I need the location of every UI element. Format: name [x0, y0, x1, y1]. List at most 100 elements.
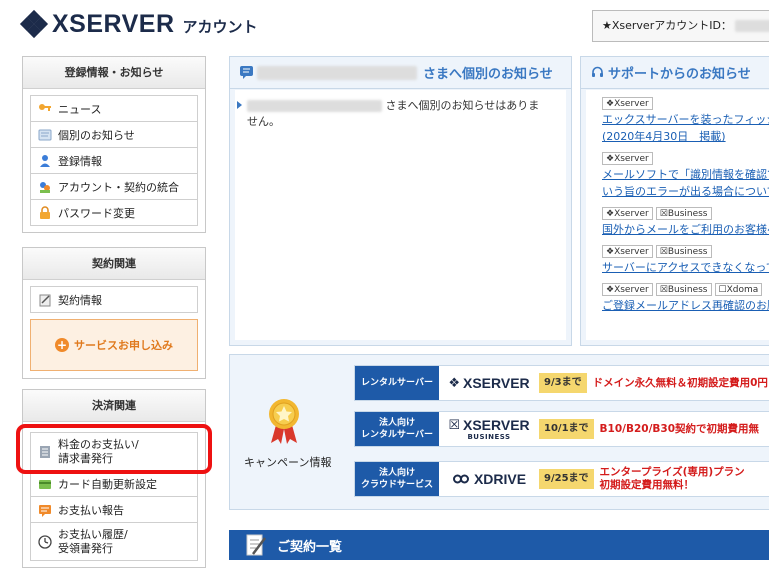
- sidebar-payment-title: 決済関連: [23, 390, 205, 422]
- service-apply-label: サービスお申し込み: [74, 339, 173, 352]
- campaign-category: 法人向け レンタルサーバー: [355, 412, 439, 446]
- campaign-row-xdrive[interactable]: 法人向け クラウドサービス XDRIVE 9/25まで エンタープライズ(専用)プ…: [354, 461, 769, 497]
- xdrive-mark-icon: [452, 474, 469, 484]
- sidebar-registration-section: 登録情報・お知らせ ニュース 個別のお知らせ 登録情報 アカウント・契約の統合 …: [22, 56, 206, 233]
- support-entry: ❖Xserver ☒Business ☐Xdoma ご登録メールアドレス再確認の…: [586, 275, 769, 313]
- merge-icon: [40, 181, 50, 193]
- personal-notice-message: さまへ個別のお知らせはありま せん。: [235, 90, 566, 130]
- campaign-row-xserver-business[interactable]: 法人向け レンタルサーバー ☒ XSERVER BUSINESS 10/1まで B…: [354, 411, 769, 447]
- sidebar-registration-menu: ニュース 個別のお知らせ 登録情報 アカウント・契約の統合 パスワード変更: [30, 95, 198, 226]
- sidebar-item-payment-report[interactable]: お支払い報告: [31, 497, 197, 523]
- support-entry: ❖Xserver メールソフトで「識別情報を確認で いう旨のエラーが出る場合につ…: [586, 144, 769, 199]
- tag-xserver: ❖Xserver: [602, 152, 653, 165]
- sidebar-item-account-merge[interactable]: アカウント・契約の統合: [31, 174, 197, 200]
- username-redacted: [257, 65, 417, 80]
- sidebar-item-payment-history[interactable]: お支払い履歴/ 受領書発行: [31, 523, 197, 561]
- xdrive-logo: XDRIVE: [439, 471, 539, 487]
- support-notices-title: サポートからのお知らせ: [608, 67, 751, 82]
- personal-notices-title: さまへ個別のお知らせ: [423, 67, 553, 82]
- support-notices-body: ❖Xserver エックスサーバーを装ったフィッシ (2020年4月30日 掲載…: [586, 90, 769, 340]
- campaign-label: キャンペーン情報: [244, 456, 332, 469]
- campaign-date: 9/25まで: [539, 469, 594, 489]
- sidebar-item-payment-history-line2: 受領書発行: [58, 541, 113, 555]
- sidebar-item-registration-info[interactable]: 登録情報: [31, 148, 197, 174]
- medal-icon: [269, 399, 299, 444]
- personal-notice-text-line2: せん。: [247, 115, 280, 128]
- support-notices-panel: サポートからのお知らせ ❖Xserver エックスサーバーを装ったフィッシ (2…: [580, 56, 769, 346]
- campaign-text: ドメイン永久無料＆初期設定費用0円: [592, 376, 768, 389]
- contract-document-icon: [246, 534, 266, 556]
- tag-business: ☒Business: [655, 207, 712, 220]
- bullet-arrow-icon: [237, 101, 242, 109]
- username-redacted: [247, 100, 382, 112]
- sidebar-item-account-merge-label: アカウント・契約の統合: [58, 180, 179, 194]
- sidebar-item-card-auto-renew-label: カード自動更新設定: [58, 477, 157, 491]
- sidebar-item-news-label: ニュース: [58, 102, 102, 116]
- document-icon: [39, 294, 51, 306]
- service-apply-button[interactable]: + サービスお申し込み: [30, 319, 198, 371]
- tag-xdomain: ☐Xdoma: [714, 283, 763, 296]
- sidebar-item-contract-info[interactable]: 契約情報: [31, 287, 197, 313]
- sidebar-contract-title: 契約関連: [23, 248, 205, 280]
- sidebar-item-registration-info-label: 登録情報: [58, 154, 102, 168]
- xserver-logo-small: ❖ XSERVER: [448, 375, 530, 391]
- support-entry: ❖Xserver エックスサーバーを装ったフィッシ (2020年4月30日 掲載…: [586, 90, 769, 144]
- sidebar-item-news[interactable]: ニュース: [31, 96, 197, 122]
- sidebar-contract-section: 契約関連 契約情報 + サービスお申し込み: [22, 247, 206, 379]
- support-link-line2[interactable]: (2020年4月30日 掲載): [602, 129, 769, 144]
- speech-bubble-icon: [240, 66, 253, 79]
- tag-xserver: ❖Xserver: [602, 97, 653, 110]
- campaign-panel: キャンペーン情報 レンタルサーバー ❖ XSERVER 9/3まで ドメイン永久…: [229, 354, 769, 510]
- sidebar-item-personal-notices[interactable]: 個別のお知らせ: [31, 122, 197, 148]
- xserver-logo[interactable]: XSERVER アカウント: [19, 9, 258, 39]
- sidebar-item-contract-info-label: 契約情報: [58, 293, 102, 307]
- support-link[interactable]: ご登録メールアドレス再確認のお願: [602, 298, 769, 313]
- logo-subtitle: アカウント: [182, 17, 258, 36]
- support-link[interactable]: 国外からメールをご利用のお客様へ: [602, 222, 769, 237]
- campaign-date: 9/3まで: [539, 373, 587, 393]
- user-icon: [40, 154, 50, 167]
- plus-circle-icon: +: [55, 338, 69, 352]
- sidebar-item-payment-report-label: お支払い報告: [58, 503, 124, 517]
- report-icon: [39, 504, 51, 517]
- sidebar-payment-section: 決済関連 料金のお支払い/ 請求書発行 カード自動更新設定 お支払い報告 お支払…: [22, 389, 206, 568]
- sidebar-item-card-auto-renew[interactable]: カード自動更新設定: [31, 471, 197, 497]
- tag-business: ☒Business: [655, 283, 712, 296]
- support-link-line2[interactable]: いう旨のエラーが出る場合について: [602, 184, 769, 199]
- lock-icon: [40, 205, 50, 219]
- sidebar-item-payment-history-line1: お支払い履歴/: [58, 527, 128, 541]
- headset-icon: [592, 66, 603, 77]
- tag-business: ☒Business: [655, 245, 712, 258]
- highlight-annotation: [16, 424, 212, 474]
- support-link[interactable]: メールソフトで「識別情報を確認で: [602, 167, 769, 182]
- campaign-category: 法人向け クラウドサービス: [355, 462, 439, 496]
- support-entry: ❖Xserver ☒Business 国外からメールをご利用のお客様へ: [586, 199, 769, 237]
- sidebar-item-password-change-label: パスワード変更: [58, 206, 135, 220]
- personal-notices-panel: さまへ個別のお知らせ さまへ個別のお知らせはありま せん。: [229, 56, 572, 346]
- support-link[interactable]: サーバーにアクセスできなくなって: [602, 260, 769, 275]
- xserver-logo-mark-icon: [19, 9, 49, 39]
- campaign-text: B10/B20/B30契約で初期費用無: [599, 422, 760, 435]
- support-notices-header: サポートからのお知らせ: [581, 57, 769, 89]
- tag-xserver: ❖Xserver: [602, 283, 653, 296]
- personal-notices-header: さまへ個別のお知らせ: [230, 57, 571, 89]
- xserver-business-logo: ☒ XSERVER BUSINESS: [448, 417, 530, 441]
- campaign-date: 10/1まで: [539, 419, 594, 439]
- account-id-label: ★XserverアカウントID：: [602, 19, 732, 32]
- logo-brand: XSERVER: [52, 9, 175, 38]
- key-icon: [39, 103, 51, 111]
- account-id-box: ★XserverアカウントID：: [592, 10, 769, 42]
- campaign-row-xserver[interactable]: レンタルサーバー ❖ XSERVER 9/3まで ドメイン永久無料＆初期設定費用…: [354, 365, 769, 401]
- campaign-text: エンタープライズ(専用)プラン 初期設定費用無料！: [599, 466, 745, 491]
- tag-xserver: ❖Xserver: [602, 207, 653, 220]
- xserver-business-mark-icon: ☒: [448, 417, 460, 433]
- support-entry: ❖Xserver ☒Business サーバーにアクセスできなくなって: [586, 237, 769, 275]
- message-icon: [38, 129, 52, 140]
- personal-notices-body: さまへ個別のお知らせはありま せん。: [235, 90, 566, 340]
- support-link[interactable]: エックスサーバーを装ったフィッシ: [602, 112, 769, 127]
- contract-list-title: ご契約一覧: [277, 539, 343, 555]
- sidebar-item-password-change[interactable]: パスワード変更: [31, 200, 197, 226]
- clock-icon: [38, 534, 52, 549]
- xserver-mark-icon: ❖: [448, 375, 460, 391]
- account-id-redacted: [735, 20, 769, 32]
